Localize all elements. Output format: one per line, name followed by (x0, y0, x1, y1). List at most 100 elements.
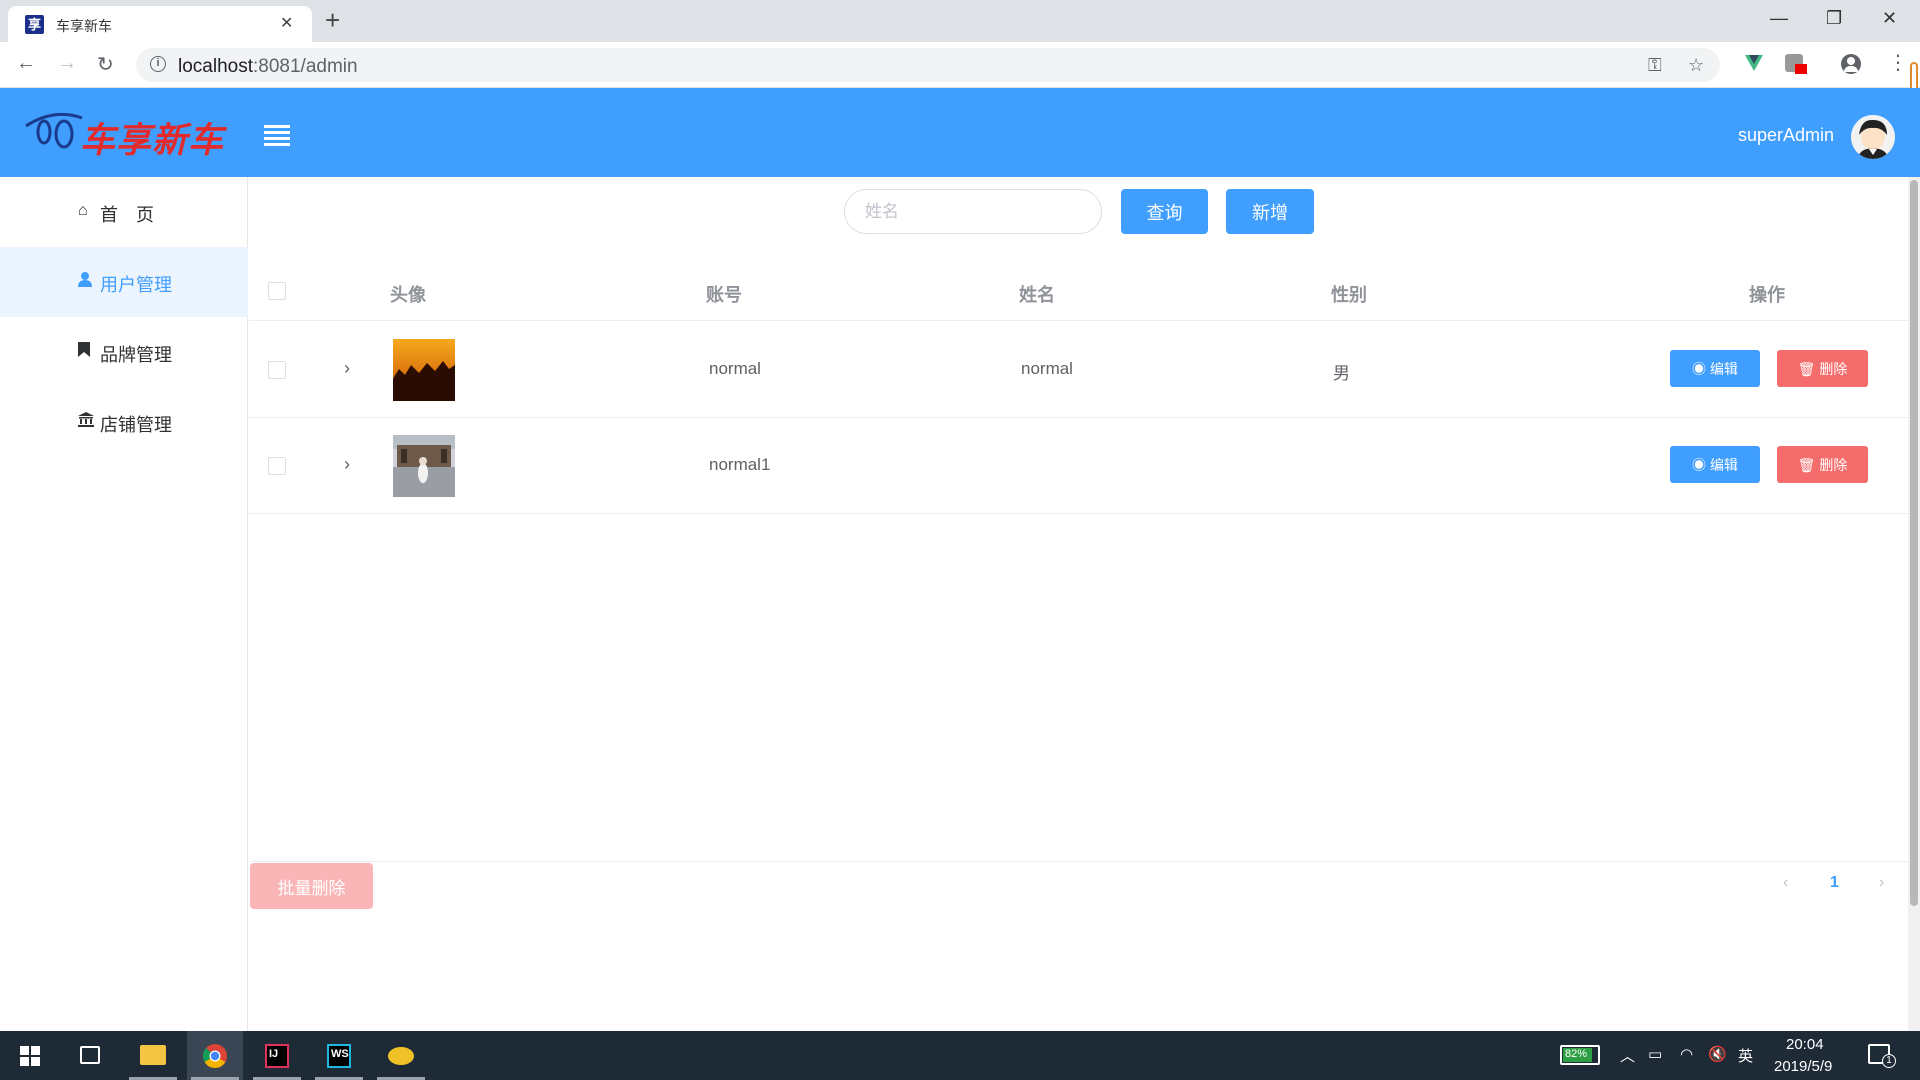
ime-indicator[interactable]: 英 (1738, 1045, 1753, 1066)
logo-swoosh-icon (25, 112, 83, 149)
forward-icon[interactable]: → (57, 52, 77, 75)
divider (249, 861, 1908, 862)
edit-label: 编辑 (1709, 360, 1738, 377)
delete-label: 删除 (1819, 456, 1848, 473)
edit-label: 编辑 (1709, 456, 1738, 473)
webstorm-icon[interactable]: WS (311, 1031, 367, 1080)
key-icon[interactable]: ⚿ (1648, 55, 1662, 76)
sidebar-item-stores[interactable]: 店铺管理 (0, 387, 248, 457)
tab-close-icon[interactable]: ✕ (280, 13, 293, 33)
file-explorer-icon[interactable] (125, 1031, 181, 1080)
next-page-icon[interactable]: › (1879, 874, 1884, 892)
minimize-icon[interactable]: — (1770, 8, 1788, 29)
cell-name: normal (1021, 359, 1073, 378)
avatar[interactable] (1851, 115, 1895, 159)
expand-row-icon[interactable]: › (344, 454, 350, 475)
bookmark-icon (78, 342, 90, 361)
clock-time[interactable]: 20:04 (1786, 1036, 1824, 1053)
username[interactable]: superAdmin (1738, 125, 1834, 146)
task-view-icon[interactable] (62, 1031, 118, 1080)
name-search-input[interactable] (844, 189, 1102, 234)
tab-title: 车享新车 (56, 18, 112, 34)
logo-text: 车享新车 (80, 121, 225, 160)
bank-icon (78, 412, 94, 431)
prev-page-icon[interactable]: ‹ (1783, 874, 1788, 892)
edit-button[interactable]: ◉ 编辑 (1670, 446, 1760, 483)
column-header-actions: 操作 (1749, 285, 1785, 305)
select-all-checkbox[interactable] (268, 282, 286, 300)
intellij-icon[interactable]: IJ (249, 1031, 305, 1080)
vue-devtools-icon[interactable] (1745, 54, 1763, 72)
volume-muted-icon[interactable]: 🔇 (1708, 1045, 1727, 1063)
tray-chevron-icon[interactable]: ︿ (1620, 1045, 1635, 1066)
edit-icon: ◉ (1692, 360, 1710, 377)
table-header: 头像 账号 姓名 性别 操作 (249, 261, 1908, 321)
sidebar-item-label: 品牌管理 (100, 345, 172, 365)
notification-count: 1 (1882, 1054, 1896, 1068)
batch-delete-button[interactable]: 批量删除 (250, 863, 373, 909)
sidebar-item-brands[interactable]: 品牌管理 (0, 317, 248, 387)
clock-date[interactable]: 2019/5/9 (1774, 1058, 1832, 1075)
column-header-gender: 性别 (1331, 285, 1367, 305)
scrollbar-thumb[interactable] (1910, 180, 1918, 906)
bookmark-star-icon[interactable]: ☆ (1688, 55, 1704, 76)
profile-icon[interactable] (1841, 54, 1861, 74)
url-bar[interactable]: i localhost:8081/admin ⚿ ☆ (136, 48, 1720, 82)
trash-icon: 🗑 (1797, 456, 1820, 473)
browser-tab-bar: 享 车享新车 ✕ + — ❐ ✕ (0, 0, 1920, 42)
query-button[interactable]: 查询 (1121, 189, 1208, 234)
column-header-name: 姓名 (1019, 285, 1055, 305)
delete-button[interactable]: 🗑 删除 (1777, 350, 1868, 387)
cell-account: normal1 (709, 455, 771, 474)
sidebar-item-label: 用户管理 (100, 275, 172, 295)
battery-percent: 82% (1565, 1048, 1588, 1060)
extension-icon[interactable] (1785, 54, 1807, 74)
app-header: 车享新车 superAdmin (0, 88, 1920, 177)
column-header-account: 账号 (706, 285, 742, 305)
delete-label: 删除 (1819, 360, 1848, 377)
taskbar: IJ WS 82% ︿ ▭ ◠ 🔇 英 20:04 2019/5/9 1 (0, 1031, 1920, 1080)
windows-start-icon[interactable] (20, 1046, 40, 1066)
user-avatar-image (393, 339, 455, 401)
chrome-icon[interactable] (187, 1031, 243, 1080)
cell-account: normal (709, 359, 761, 378)
new-tab-button[interactable]: + (325, 5, 340, 36)
url-text[interactable]: localhost:8081/admin (178, 56, 358, 78)
sidebar-item-label: 店铺管理 (100, 415, 172, 435)
close-window-icon[interactable]: ✕ (1882, 8, 1897, 29)
restore-icon[interactable]: ❐ (1826, 8, 1842, 29)
app-icon[interactable] (373, 1031, 429, 1080)
logo: 车享新车 (24, 106, 224, 160)
expand-row-icon[interactable]: › (344, 358, 350, 379)
home-icon: ⌂ (78, 202, 88, 219)
url-host: localhost (178, 56, 253, 77)
sidebar-item-label: 首 页 (100, 205, 154, 225)
table-row: › normal normal 男 ◉ 编辑 🗑 删除 (249, 322, 1908, 418)
browser-tab[interactable]: 享 车享新车 ✕ (8, 6, 312, 42)
sidebar-item-home[interactable]: ⌂ 首 页 (0, 177, 248, 247)
edit-button[interactable]: ◉ 编辑 (1670, 350, 1760, 387)
menu-dots-icon[interactable]: ⋮ (1888, 50, 1908, 75)
reload-icon[interactable]: ↻ (97, 52, 114, 77)
network-icon[interactable]: ◠ (1680, 1045, 1693, 1063)
row-checkbox[interactable] (268, 457, 286, 475)
page-number[interactable]: 1 (1830, 874, 1839, 892)
add-button[interactable]: 新增 (1226, 189, 1314, 234)
row-checkbox[interactable] (268, 361, 286, 379)
menu-toggle-icon[interactable] (264, 125, 290, 149)
main-content: 查询 新增 头像 账号 姓名 性别 操作 › normal normal 男 ◉… (249, 177, 1908, 1031)
url-path: :8081/admin (253, 56, 358, 77)
user-avatar-image (393, 435, 455, 497)
address-bar-row: ← → ↻ i localhost:8081/admin ⚿ ☆ ⋮ (0, 42, 1920, 88)
delete-button[interactable]: 🗑 删除 (1777, 446, 1868, 483)
tab-favicon-icon: 享 (25, 15, 44, 34)
table-row: › normal1 ◉ 编辑 🗑 删除 (249, 418, 1908, 514)
battery-icon[interactable]: 82% (1560, 1045, 1600, 1065)
sidebar-item-users[interactable]: 用户管理 (0, 247, 248, 317)
battery-tray-icon[interactable]: ▭ (1648, 1045, 1662, 1063)
back-icon[interactable]: ← (16, 52, 36, 75)
cell-gender: 男 (1333, 364, 1350, 383)
site-info-icon[interactable]: i (150, 56, 166, 72)
edit-icon: ◉ (1692, 456, 1710, 473)
notification-icon[interactable]: 1 (1868, 1044, 1896, 1068)
